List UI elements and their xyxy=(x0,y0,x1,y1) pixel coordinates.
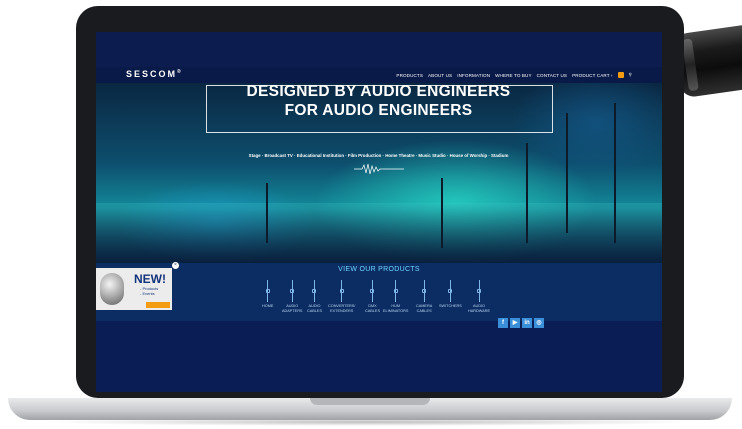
product-dmx-cables[interactable]: DMX CABLES xyxy=(365,280,380,313)
cable-icon xyxy=(312,280,317,302)
cable-icon xyxy=(393,280,398,302)
mic-stand xyxy=(266,183,268,243)
product-switchers[interactable]: SWITCHERS xyxy=(439,280,462,309)
product-converters-extenders[interactable]: CONVERTERS/EXTENDERS xyxy=(328,280,355,313)
cable-icon xyxy=(422,280,427,302)
product-audio-hardware[interactable]: AUDIO HARDWARE xyxy=(468,280,490,313)
mic-stand xyxy=(566,113,568,233)
close-icon[interactable]: × xyxy=(172,262,179,269)
instagram-icon[interactable]: ◎ xyxy=(534,318,544,328)
product-camera-cables[interactable]: CAMERA CABLES xyxy=(416,280,432,313)
xlr-plug-image xyxy=(100,273,124,305)
cable-ring xyxy=(681,38,699,92)
menu-product-cart[interactable]: PRODUCT CART › xyxy=(572,73,612,78)
top-band xyxy=(96,32,662,67)
promo-events: - Events xyxy=(140,291,155,296)
promo-new-badge: NEW! xyxy=(134,272,166,286)
light-rig xyxy=(614,103,616,243)
menu-contact-us[interactable]: CONTACT US xyxy=(537,73,567,78)
new-products-promo[interactable]: NEW! - Products - Events xyxy=(96,268,172,310)
product-audio-adapters[interactable]: AUDIO ADAPTERS xyxy=(282,280,302,313)
laptop-screen: SESCOM® PRODUCTS ABOUT US INFORMATION WH… xyxy=(96,32,662,392)
cable-icon xyxy=(448,280,453,302)
view-products-title[interactable]: VIEW OUR PRODUCTS xyxy=(96,266,662,273)
mic-stand xyxy=(441,178,443,248)
menu-products[interactable]: PRODUCTS xyxy=(396,73,423,78)
menu-about-us[interactable]: ABOUT US xyxy=(428,73,452,78)
facebook-icon[interactable]: f xyxy=(498,318,508,328)
product-home[interactable]: HOME xyxy=(262,280,273,309)
sescom-logo[interactable]: SESCOM® xyxy=(126,69,181,79)
product-hum-eliminators[interactable]: HUM ELIMINATORS xyxy=(383,280,408,313)
mic-stand xyxy=(526,143,528,243)
sound-wave-icon xyxy=(354,163,404,175)
product-audio-cables[interactable]: AUDIO CABLES xyxy=(307,280,322,313)
cable-icon xyxy=(339,280,344,302)
cable-icon xyxy=(265,280,270,302)
footer xyxy=(96,321,662,392)
cable-icon xyxy=(290,280,295,302)
cable-icon xyxy=(370,280,375,302)
stage-floor xyxy=(96,203,662,263)
social-links: f ▶ in ◎ xyxy=(498,318,544,328)
cart-badge-icon[interactable] xyxy=(617,72,624,78)
hero-subtitle: Stage · Broadcast TV · Educational Insti… xyxy=(248,153,509,158)
youtube-icon[interactable]: ▶ xyxy=(510,318,520,328)
linkedin-icon[interactable]: in xyxy=(522,318,532,328)
menu-where-to-buy[interactable]: WHERE TO BUY xyxy=(495,73,532,78)
cable-icon xyxy=(477,280,481,302)
menu-information[interactable]: INFORMATION xyxy=(457,73,490,78)
search-icon[interactable]: ⚲ xyxy=(629,72,632,78)
promo-button[interactable] xyxy=(146,302,170,308)
laptop-notch xyxy=(310,398,430,405)
hero-title: DESIGNED BY AUDIO ENGINEERS FOR AUDIO EN… xyxy=(246,83,511,119)
main-menu: PRODUCTS ABOUT US INFORMATION WHERE TO B… xyxy=(396,72,632,78)
